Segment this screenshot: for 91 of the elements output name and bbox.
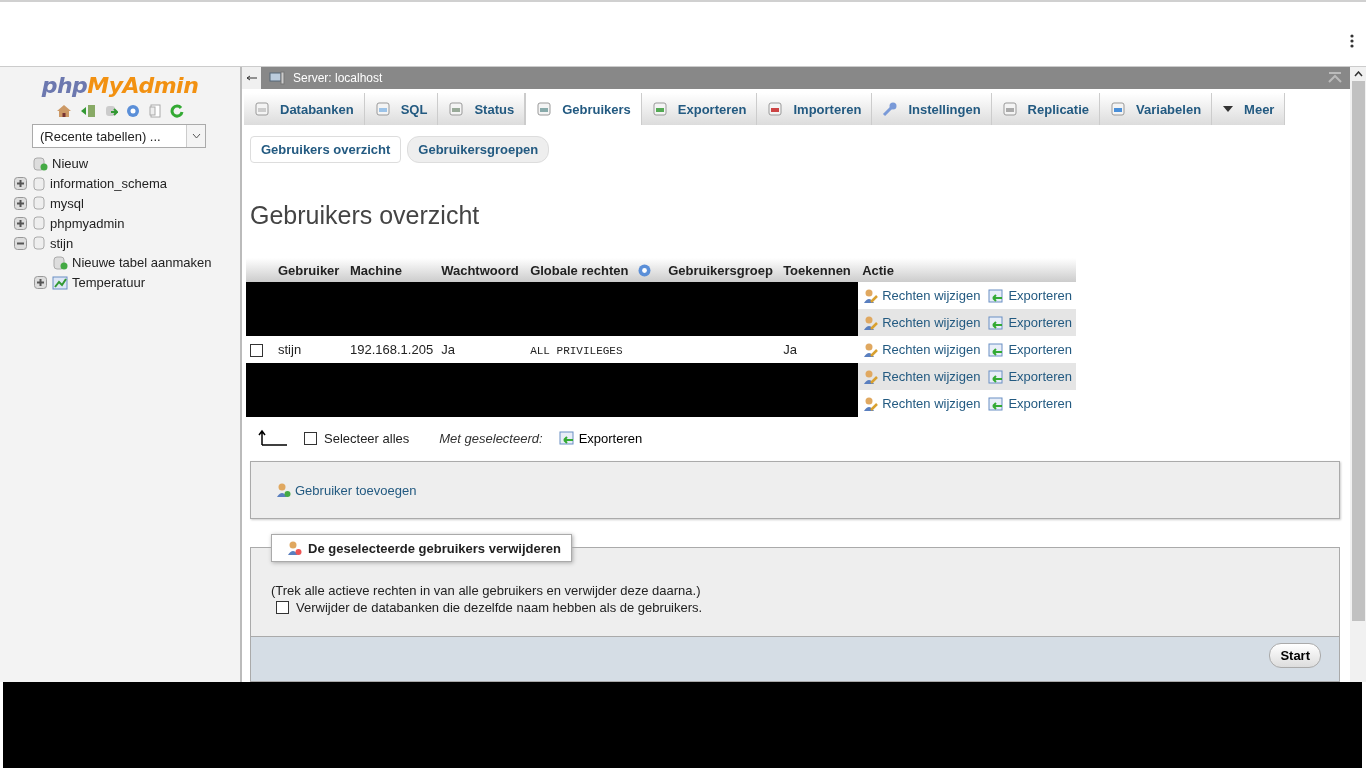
tree-item[interactable]: Nieuwe tabel aanmaken: [72, 255, 212, 271]
drop-databases-label[interactable]: Verwijder de databanken die dezelfde naam hebben als de gebruikers.: [296, 599, 703, 616]
reload-icon[interactable]: [170, 104, 184, 118]
nav-tab[interactable]: Gebruikers: [525, 93, 642, 125]
user-edit-icon: [862, 341, 879, 358]
more-options-icon[interactable]: [1350, 34, 1354, 48]
user-edit-icon: [862, 314, 879, 331]
column-header: Actie: [862, 262, 894, 278]
export-selected-button[interactable]: Exporteren: [578, 430, 643, 446]
column-header: Wachtwoord: [441, 262, 519, 278]
export-link[interactable]: Exporteren: [1008, 315, 1072, 330]
user-edit-icon: [862, 395, 879, 412]
user-edit-icon: [862, 287, 879, 304]
edit-privileges-link[interactable]: Rechten wijzigen: [882, 396, 981, 411]
nav-tab[interactable]: Status: [438, 93, 526, 125]
nav-tab[interactable]: Replicatie: [991, 93, 1101, 125]
exit-icon[interactable]: [80, 104, 96, 118]
note-text: (Trek alle actieve rechten in van alle gebruikers en verwijder deze daarna.): [271, 582, 702, 599]
page-heading: Gebruikers overzicht: [250, 201, 481, 230]
select-all-checkbox[interactable]: [304, 431, 317, 445]
new-database-icon: [32, 156, 48, 171]
user-add-icon: [275, 482, 291, 498]
expand-toggle-icon[interactable]: [14, 236, 27, 250]
user-edit-icon: [862, 368, 879, 385]
dropdown-triangle-icon: [1222, 105, 1235, 113]
column-header: Gebruiker: [278, 262, 340, 278]
tree-item[interactable]: Temperatuur: [72, 275, 145, 291]
sub-tab[interactable]: Gebruikers overzicht: [250, 136, 402, 163]
recent-tables-select[interactable]: (Recente tabellen) ...: [32, 124, 206, 148]
nav-tab[interactable]: SQL: [364, 93, 439, 125]
tree-item[interactable]: Nieuw: [52, 156, 89, 172]
legend-text: De geselecteerde gebruikers verwijderen: [308, 540, 561, 556]
with-selected-label: Met geselecteerd:: [439, 430, 543, 446]
table-cell: Ja: [783, 342, 797, 357]
database-icon: [32, 196, 46, 211]
tree-item[interactable]: stijn: [50, 235, 74, 251]
arrow-left-icon: [245, 75, 258, 81]
select-all-label[interactable]: Selecteer alles: [324, 430, 410, 446]
row-checkbox[interactable]: [250, 344, 263, 358]
column-header: Toekennen: [783, 262, 851, 278]
export-link[interactable]: Exporteren: [1008, 342, 1072, 357]
tree-item[interactable]: mysql: [50, 196, 84, 211]
scrollbar-thumb[interactable]: [1351, 81, 1365, 621]
edit-privileges-link[interactable]: Rechten wijzigen: [882, 369, 981, 384]
table-cell: Ja: [441, 342, 455, 357]
export-link[interactable]: Exporteren: [1008, 369, 1072, 384]
scroll-up-icon[interactable]: [1353, 71, 1363, 77]
expand-toggle-icon[interactable]: [14, 197, 27, 210]
nav-tab[interactable]: Instellingen: [872, 93, 992, 125]
database-icon[interactable]: [104, 104, 118, 118]
wrench-icon: [882, 101, 899, 117]
start-button[interactable]: Start: [1269, 643, 1321, 668]
expand-toggle-icon[interactable]: [14, 216, 27, 230]
expand-toggle-icon[interactable]: [14, 177, 27, 191]
add-user-link[interactable]: Gebruiker toevoegen: [295, 482, 417, 498]
table-cell: stijn: [278, 342, 302, 357]
expand-toggle-icon[interactable]: [34, 276, 47, 290]
export-link[interactable]: Exporteren: [1008, 288, 1072, 303]
edit-privileges-link[interactable]: Rechten wijzigen: [882, 342, 981, 357]
tree-item[interactable]: phpmyadmin: [50, 215, 125, 231]
database-icon: [32, 216, 46, 231]
table-cell: ALL PRIVILEGES: [530, 345, 623, 357]
database-icon: [32, 236, 46, 251]
server-icon: [269, 71, 285, 85]
database-icon: [32, 176, 46, 191]
help-icon[interactable]: [126, 104, 140, 118]
tree-item[interactable]: information_schema: [50, 176, 168, 192]
edit-privileges-link[interactable]: Rechten wijzigen: [882, 288, 981, 303]
nav-tab[interactable]: Importeren: [757, 93, 873, 125]
arrow-up-icon: [258, 429, 288, 447]
drop-databases-checkbox[interactable]: [276, 601, 289, 614]
caret-icon: [191, 133, 201, 139]
scrollbar[interactable]: [1350, 67, 1366, 682]
nav-tab[interactable]: Exporteren: [641, 93, 758, 125]
user-delete-icon: [286, 540, 302, 556]
table-icon: [52, 275, 68, 290]
nav-tab[interactable]: Meer: [1212, 93, 1286, 125]
help-icon[interactable]: [638, 263, 652, 277]
column-header: Gebruikersgroep: [668, 262, 773, 278]
sub-tab[interactable]: Gebruikersgroepen: [407, 136, 550, 163]
new-database-icon: [52, 255, 68, 270]
logo[interactable]: phpMyAdmin: [0, 73, 240, 98]
edit-privileges-link[interactable]: Rechten wijzigen: [882, 315, 981, 330]
table-cell: 192.168.1.205: [350, 342, 434, 357]
column-header: Machine: [350, 262, 402, 278]
home-icon[interactable]: [56, 104, 72, 118]
column-header: Globale rechten: [530, 262, 629, 278]
export-link[interactable]: Exporteren: [1008, 396, 1072, 411]
nav-tab[interactable]: Variabelen: [1100, 93, 1213, 125]
nav-tab[interactable]: Databanken: [244, 93, 365, 125]
collapse-sidebar-button[interactable]: [242, 67, 261, 89]
